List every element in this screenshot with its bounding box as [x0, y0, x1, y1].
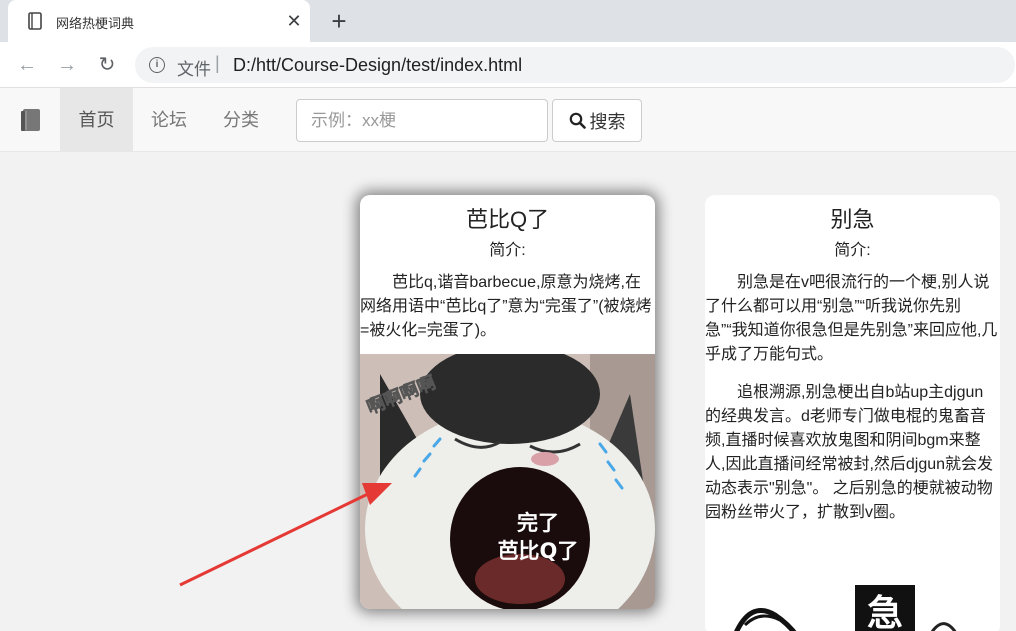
search-button[interactable]: 搜索 — [552, 99, 642, 142]
url-text[interactable]: D:/htt/Course-Design/test/index.html — [233, 55, 522, 76]
card-description: 别急是在v吧很流行的一个梗,别人说了什么都可以用“别急”“听我说你先别急”“我知… — [705, 274, 998, 363]
meme-text-ji: 急 — [867, 593, 903, 631]
nav-home[interactable]: 首页 — [60, 88, 133, 152]
book-icon — [28, 12, 42, 30]
meme-text-line2: 芭比Q了 — [498, 539, 579, 563]
card-subtitle: 简介: — [834, 242, 871, 259]
tab-close-icon[interactable]: ✕ — [282, 9, 306, 33]
back-button[interactable]: ← — [14, 52, 40, 78]
meme-text-line1: 完了 — [517, 511, 559, 535]
search-input[interactable] — [296, 99, 548, 142]
card-title: 别急 — [830, 207, 875, 232]
browser-tab[interactable]: 网络热梗词典 ✕ — [8, 0, 310, 42]
tab-title: 网络热梗词典 — [56, 16, 135, 31]
forward-button[interactable]: → — [54, 52, 80, 78]
card-subtitle: 简介: — [489, 242, 526, 259]
card-description: 芭比q,谐音barbecue,原意为烧烤,在网络用语中“芭比q了”意为“完蛋了”… — [360, 274, 652, 339]
new-tab-button[interactable]: + — [325, 7, 353, 35]
site-navbar: 首页 论坛 分类 搜索 — [0, 88, 1016, 152]
bieji-meme-image: 急 — [705, 580, 1000, 631]
meme-card-barbecue[interactable]: 芭比Q了 简介: 芭比q,谐音barbecue,原意为烧烤,在网络用语中“芭比q… — [360, 195, 655, 609]
meme-card-bieji[interactable]: 别急 简介: 别急是在v吧很流行的一个梗,别人说了什么都可以用“别急”“听我说你… — [705, 195, 1000, 631]
card-description: 追根溯源,别急梗出自b站up主djgun的经典发言。d老师专门做电棍的鬼畜音频,… — [705, 384, 994, 521]
url-scheme-label: 文件 — [177, 60, 211, 79]
nav-category[interactable]: 分类 — [205, 88, 277, 152]
browser-toolbar: ← → ↻ i 文件 | D:/htt/Course-Design/test/i… — [0, 42, 1016, 88]
nav-forum[interactable]: 论坛 — [133, 88, 205, 152]
crying-cat-image: 啊啊啊啊 完了 芭比Q了 — [360, 354, 655, 609]
search-icon — [569, 112, 586, 129]
address-bar[interactable]: i 文件 | D:/htt/Course-Design/test/index.h… — [135, 47, 1015, 83]
search-button-label: 搜索 — [589, 111, 626, 132]
info-icon[interactable]: i — [149, 57, 165, 73]
card-title: 芭比Q了 — [465, 207, 550, 232]
book-logo-icon[interactable] — [20, 108, 42, 132]
url-separator: | — [215, 53, 220, 73]
reload-button[interactable]: ↻ — [94, 52, 120, 78]
browser-tabstrip: 网络热梗词典 ✕ + — [0, 0, 1016, 42]
